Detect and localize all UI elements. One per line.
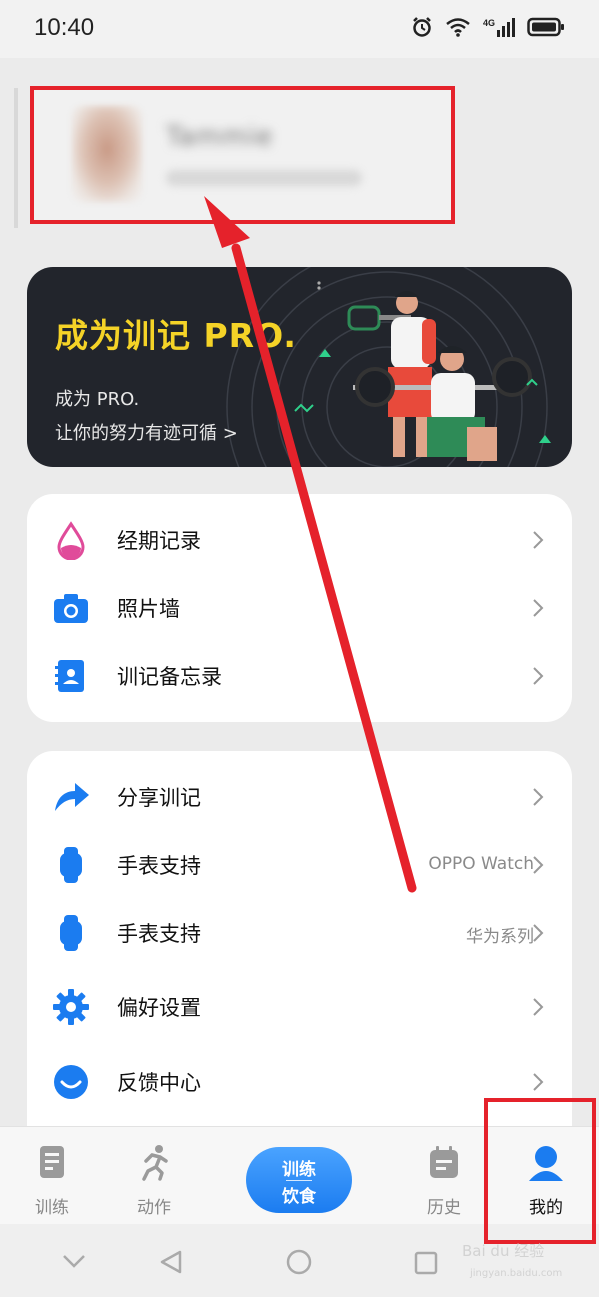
chevron-right-icon [533, 531, 544, 549]
menu-item-preferences[interactable]: 偏好设置 [27, 973, 572, 1041]
menu-item-label: 反馈中心 [117, 1071, 201, 1095]
recents-icon[interactable] [414, 1251, 438, 1275]
menu-item-memo[interactable]: 训记备忘录 [27, 642, 572, 710]
calendar-icon [430, 1146, 458, 1178]
chevron-right-icon [533, 998, 544, 1016]
menu-item-period[interactable]: 经期记录 [27, 506, 572, 574]
network-label: 4G [482, 18, 495, 28]
watch-icon [60, 915, 82, 951]
chevron-right-icon [533, 667, 544, 685]
menu-item-label: 偏好设置 [117, 996, 201, 1020]
pro-banner[interactable]: 成为训记 PRO. 成为 PRO. 让你的努力有迹可循 > [27, 267, 572, 467]
tab-action[interactable]: 动作 [104, 1127, 204, 1225]
chevron-down-icon[interactable] [62, 1254, 86, 1268]
smile-icon [54, 1065, 88, 1099]
memo-icon [55, 660, 84, 692]
status-icons: 4G [411, 16, 565, 38]
center-button-line1: 训练 [282, 1160, 316, 1180]
status-bar: 10:40 4G [0, 0, 599, 58]
chevron-right-icon [533, 924, 544, 942]
network-type: 4G [483, 17, 515, 37]
train-diet-toggle-button[interactable]: 训练 饮食 [246, 1147, 352, 1213]
clock: 10:40 [34, 14, 95, 41]
pro-title: 成为训记 PRO. [55, 316, 297, 355]
avatar[interactable] [72, 106, 142, 202]
pro-subtitle: 成为 PRO. [55, 389, 140, 410]
tab-label: 动作 [137, 1198, 171, 1218]
profile-name: Tammie [166, 122, 274, 152]
chevron-right-icon [533, 856, 544, 874]
share-icon [55, 783, 89, 811]
menu-item-value: 华为系列 [466, 927, 534, 947]
menu-item-label: 经期记录 [117, 529, 201, 553]
menu-item-label: 手表支持 [117, 922, 201, 946]
gear-icon [53, 989, 89, 1025]
menu-item-photo-wall[interactable]: 照片墙 [27, 574, 572, 642]
menu-item-label: 手表支持 [117, 854, 201, 878]
camera-icon [54, 594, 88, 623]
running-icon [142, 1145, 168, 1181]
profile-card[interactable]: Tammie [30, 86, 455, 224]
tab-train[interactable]: 训练 [2, 1127, 102, 1225]
menu-item-watch-oppo[interactable]: 手表支持 OPPO Watch [27, 831, 572, 899]
menu-card-settings: 分享训记 手表支持 OPPO Watch 手表支持 华为系列 偏好设置 反馈中心 [27, 751, 572, 1151]
chevron-right-icon [533, 599, 544, 617]
menu-item-watch-huawei[interactable]: 手表支持 华为系列 [27, 899, 572, 967]
document-icon [40, 1146, 64, 1178]
battery-icon [527, 17, 564, 37]
profile-divider [14, 88, 18, 228]
profile-subtext-blurred [166, 170, 362, 186]
menu-card-records: 经期记录 照片墙 训记备忘录 [27, 494, 572, 722]
chevron-right-icon [533, 788, 544, 806]
menu-item-label: 分享训记 [117, 786, 201, 810]
drop-icon [57, 521, 85, 560]
tab-label: 历史 [427, 1198, 461, 1218]
menu-item-label: 训记备忘录 [117, 665, 222, 689]
center-button-divider [286, 1180, 312, 1181]
chevron-right-icon [533, 1073, 544, 1091]
center-button-line2: 饮食 [282, 1187, 316, 1207]
wifi-icon [446, 18, 470, 37]
back-icon[interactable] [160, 1250, 182, 1274]
menu-item-label: 照片墙 [117, 597, 180, 621]
signal-icon [497, 18, 515, 37]
alarm-icon [413, 17, 431, 37]
menu-item-share[interactable]: 分享训记 [27, 763, 572, 831]
pro-cta-link[interactable]: 让你的努力有迹可循 > [55, 419, 238, 445]
watch-icon [60, 847, 82, 883]
watermark-brand: Bai du 经验 [462, 1242, 545, 1260]
highlight-box-mine-tab [484, 1098, 596, 1244]
watermark-url: jingyan.baidu.com [470, 1268, 563, 1279]
home-icon[interactable] [286, 1249, 312, 1275]
menu-item-value: OPPO Watch [428, 854, 534, 874]
tab-history[interactable]: 历史 [394, 1127, 494, 1225]
tab-label: 训练 [35, 1198, 69, 1218]
